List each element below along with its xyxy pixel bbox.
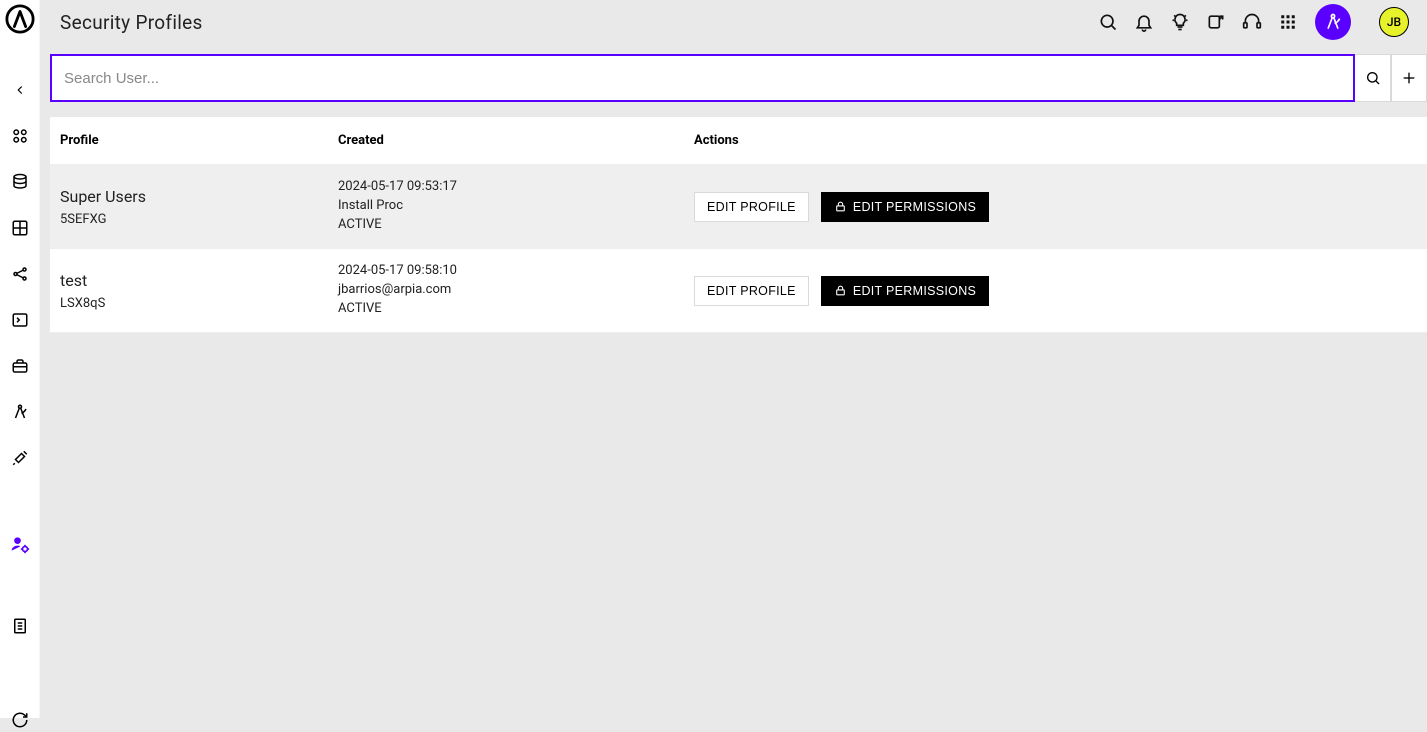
search-button[interactable] <box>1355 54 1391 102</box>
header-toolbar: JB <box>1097 4 1427 40</box>
edit-permissions-label: EDIT PERMISSIONS <box>853 200 976 214</box>
modules-icon[interactable] <box>8 124 32 148</box>
support-icon[interactable] <box>1241 11 1263 33</box>
created-at: 2024-05-17 09:58:10 <box>338 262 684 281</box>
sidebar-nav <box>0 52 39 732</box>
apps-grid-icon[interactable] <box>1277 11 1299 33</box>
database-icon[interactable] <box>8 170 32 194</box>
cell-actions: EDIT PROFILE EDIT PERMISSIONS <box>684 276 1427 306</box>
page-title: Security Profiles <box>60 11 203 34</box>
profile-id: 5SEFXG <box>60 212 328 227</box>
table-row[interactable]: Super Users 5SEFXG 2024-05-17 09:53:17 I… <box>50 165 1427 249</box>
edit-profile-button[interactable]: EDIT PROFILE <box>694 192 809 222</box>
cell-profile: test LSX8qS <box>50 271 328 311</box>
add-button[interactable] <box>1391 54 1427 102</box>
compass-tool-icon[interactable] <box>8 400 32 424</box>
cell-created: 2024-05-17 09:53:17 Install Proc ACTIVE <box>328 178 684 235</box>
workspace-chip[interactable] <box>1315 4 1351 40</box>
lock-icon <box>834 284 847 297</box>
edit-permissions-button[interactable]: EDIT PERMISSIONS <box>821 192 989 222</box>
sidebar <box>0 0 40 718</box>
grid-icon[interactable] <box>8 216 32 240</box>
status: ACTIVE <box>338 300 684 319</box>
col-profile: Profile <box>50 133 328 148</box>
profile-name: Super Users <box>60 187 328 206</box>
tools-icon[interactable] <box>8 446 32 470</box>
lock-icon <box>834 200 847 213</box>
col-actions: Actions <box>684 133 1427 148</box>
document-icon[interactable] <box>8 614 32 638</box>
export-icon[interactable] <box>1205 11 1227 33</box>
search-row <box>50 54 1427 102</box>
content: Profile Created Actions Super Users 5SEF… <box>40 44 1427 718</box>
idea-icon[interactable] <box>1169 11 1191 33</box>
status: ACTIVE <box>338 216 684 235</box>
avatar-initials: JB <box>1387 15 1401 29</box>
app-logo[interactable] <box>5 4 35 34</box>
table-header: Profile Created Actions <box>50 117 1427 165</box>
edit-profile-label: EDIT PROFILE <box>707 200 796 214</box>
edit-profile-button[interactable]: EDIT PROFILE <box>694 276 809 306</box>
edit-permissions-button[interactable]: EDIT PERMISSIONS <box>821 276 989 306</box>
avatar[interactable]: JB <box>1379 7 1409 37</box>
bell-icon[interactable] <box>1133 11 1155 33</box>
profiles-table: Profile Created Actions Super Users 5SEF… <box>50 117 1427 333</box>
main: Security Profiles <box>40 0 1427 718</box>
created-by: jbarrios@arpia.com <box>338 281 684 300</box>
profile-name: test <box>60 271 328 290</box>
cell-profile: Super Users 5SEFXG <box>50 187 328 227</box>
cell-created: 2024-05-17 09:58:10 jbarrios@arpia.com A… <box>328 262 684 319</box>
created-by: Install Proc <box>338 197 684 216</box>
profile-id: LSX8qS <box>60 296 328 311</box>
refresh-icon[interactable] <box>8 708 32 732</box>
collapse-icon[interactable] <box>8 78 32 102</box>
table-row[interactable]: test LSX8qS 2024-05-17 09:58:10 jbarrios… <box>50 249 1427 333</box>
share-icon[interactable] <box>8 262 32 286</box>
terminal-icon[interactable] <box>8 308 32 332</box>
toolbox-icon[interactable] <box>8 354 32 378</box>
created-at: 2024-05-17 09:53:17 <box>338 178 684 197</box>
users-settings-icon[interactable] <box>8 532 32 556</box>
search-input[interactable] <box>50 54 1355 102</box>
cell-actions: EDIT PROFILE EDIT PERMISSIONS <box>684 192 1427 222</box>
header: Security Profiles <box>40 0 1427 44</box>
search-icon[interactable] <box>1097 11 1119 33</box>
col-created: Created <box>328 133 684 148</box>
edit-permissions-label: EDIT PERMISSIONS <box>853 284 976 298</box>
edit-profile-label: EDIT PROFILE <box>707 284 796 298</box>
